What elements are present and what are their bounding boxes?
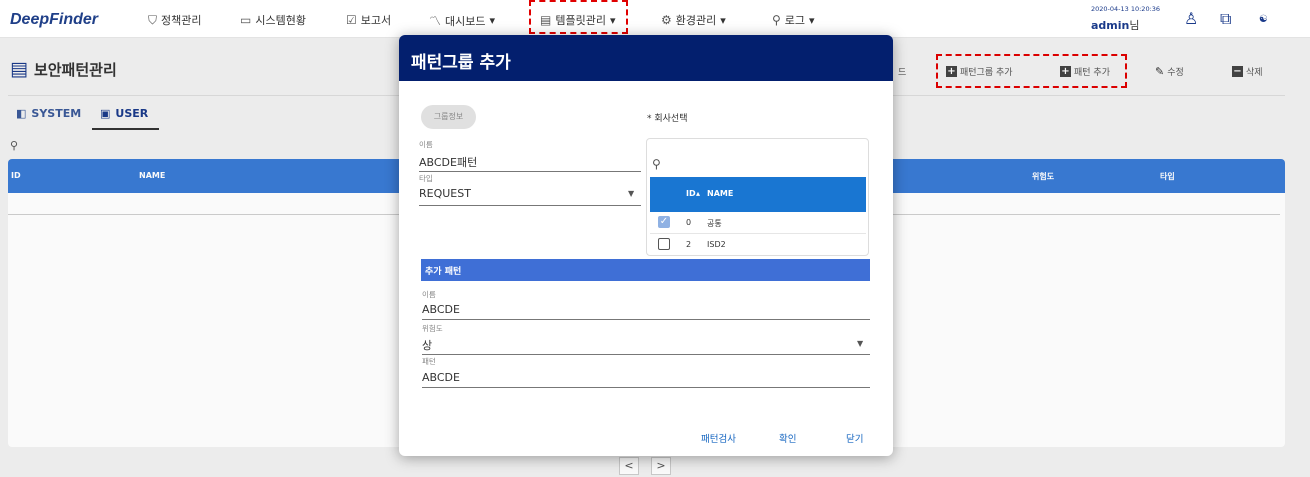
pattern-name-underline — [422, 319, 870, 320]
language-flag-icon[interactable]: ☯ — [1259, 14, 1268, 25]
nav-environment[interactable]: ⚙ 환경관리 ▾ — [661, 12, 726, 28]
risk-select[interactable]: 상 — [422, 337, 432, 353]
nav-system-status[interactable]: ▭ 시스템현황 — [240, 12, 306, 28]
checkbox-unchecked[interactable] — [658, 238, 670, 250]
group-name-input[interactable]: ABCDE패턴 — [419, 154, 477, 170]
nav-policy-label: 정책관리 — [161, 14, 202, 27]
chart-icon: 〽 — [429, 14, 442, 28]
pattern-name-label: 이름 — [422, 290, 436, 299]
gear-icon: ⚙ — [661, 13, 672, 27]
nav-environment-label: 환경관리 — [675, 14, 717, 27]
monitor-icon: ▭ — [240, 13, 252, 27]
company-column-name[interactable]: NAME — [707, 189, 733, 198]
nav-log-label: 로그 — [784, 14, 806, 27]
chevron-down-icon: ▾ — [489, 14, 496, 27]
pattern-underline — [422, 387, 870, 388]
report-icon: ☑ — [346, 13, 357, 27]
top-navigation-bar: DeepFinder ⛉ 정책관리 ▭ 시스템현황 ☑ 보고서 〽 대시보드 ▾… — [0, 0, 1310, 38]
company-row[interactable]: 2 ISD2 — [650, 235, 866, 255]
pattern-name-input[interactable]: ABCDE — [422, 303, 460, 316]
company-row-divider — [650, 233, 866, 234]
chevron-down-icon: ▾ — [720, 13, 726, 27]
company-select-label: * 회사선택 — [647, 114, 688, 124]
company-table-header: ID ▴ NAME — [650, 177, 866, 212]
search-icon: ⚲ — [772, 13, 781, 27]
nav-system-status-label: 시스템현황 — [255, 14, 306, 27]
pattern-input[interactable]: ABCDE — [422, 371, 460, 384]
user-profile-icon[interactable]: ♙ — [1184, 9, 1198, 28]
highlight-template-menu — [529, 0, 628, 34]
shield-icon: ⛉ — [148, 12, 158, 27]
sort-icon[interactable]: ▴ — [696, 189, 700, 198]
nav-log[interactable]: ⚲ 로그 ▾ — [772, 12, 815, 28]
group-info-chip[interactable]: 그룹정보 — [421, 105, 476, 129]
add-pattern-group-dialog: 패턴그룹 추가 그룹정보 이름 ABCDE패턴 타입 REQUEST ▼ * 회… — [399, 35, 893, 456]
nav-dashboard-label: 대시보드 — [445, 14, 486, 28]
risk-label: 위험도 — [422, 324, 443, 333]
group-name-underline — [419, 171, 641, 172]
company-row[interactable]: ✓ 0 공통 — [650, 213, 866, 233]
chevron-down-icon: ▾ — [809, 13, 815, 27]
caret-down-icon[interactable]: ▼ — [857, 339, 863, 348]
current-datetime: 2020-04-13 10:20:36 — [1091, 5, 1161, 13]
added-pattern-section: 추가 패턴 — [421, 259, 870, 281]
pattern-check-button[interactable]: 패턴검사 — [701, 431, 736, 445]
group-type-select[interactable]: REQUEST — [419, 187, 471, 200]
risk-underline — [422, 354, 870, 355]
nav-report-label: 보고서 — [360, 14, 392, 27]
caret-down-icon[interactable]: ▼ — [628, 189, 634, 198]
close-button[interactable]: 닫기 — [846, 431, 863, 445]
dialog-title: 패턴그룹 추가 — [399, 35, 893, 81]
app-logo[interactable]: DeepFinder — [10, 11, 98, 29]
group-name-label: 이름 — [419, 140, 433, 149]
search-icon[interactable]: ⚲ — [652, 157, 661, 171]
company-select-table: ⚲ ID ▴ NAME ✓ 0 공통 2 ISD2 — [646, 138, 869, 256]
user-name: admin님 — [1091, 19, 1140, 32]
checkbox-checked[interactable]: ✓ — [658, 216, 670, 228]
company-column-id[interactable]: ID — [686, 189, 696, 198]
pattern-label: 패턴 — [422, 357, 436, 366]
group-type-underline — [419, 205, 641, 206]
nav-report[interactable]: ☑ 보고서 — [346, 12, 391, 28]
window-icon[interactable]: ⧉ — [1220, 9, 1231, 29]
nav-dashboard[interactable]: 〽 대시보드 ▾ — [429, 12, 495, 29]
confirm-button[interactable]: 확인 — [779, 431, 796, 445]
group-type-label: 타입 — [419, 174, 433, 183]
nav-policy[interactable]: ⛉ 정책관리 — [148, 12, 202, 28]
